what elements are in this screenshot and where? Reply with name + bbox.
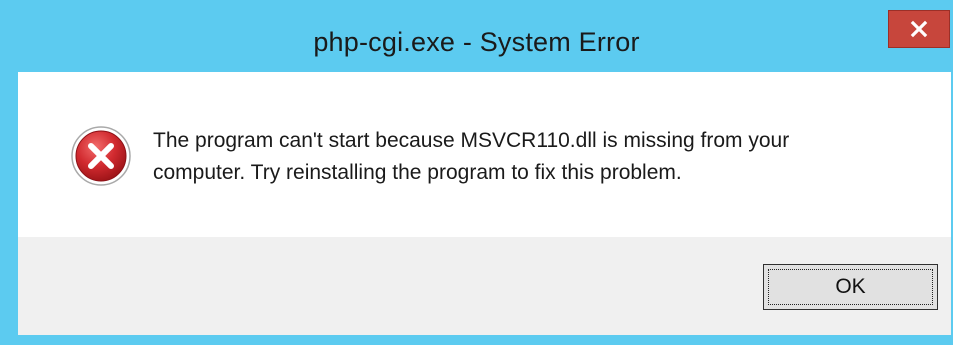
close-icon	[910, 20, 928, 38]
window-bottom-border	[0, 335, 953, 345]
ok-button-label: OK	[768, 269, 933, 305]
dialog-client-area: The program can't start because MSVCR110…	[18, 72, 951, 335]
error-message: The program can't start because MSVCR110…	[153, 125, 913, 189]
error-message-line-2: computer. Try reinstalling the program t…	[153, 161, 682, 184]
message-panel: The program can't start because MSVCR110…	[18, 72, 951, 237]
error-icon	[71, 126, 131, 186]
close-button[interactable]	[888, 10, 950, 48]
ok-button[interactable]: OK	[763, 264, 938, 310]
error-dialog-window: php-cgi.exe - System Error The program c…	[0, 0, 953, 345]
title-bar[interactable]: php-cgi.exe - System Error	[0, 0, 953, 72]
window-title: php-cgi.exe - System Error	[313, 27, 640, 57]
error-message-line-1: The program can't start because MSVCR110…	[153, 129, 790, 152]
